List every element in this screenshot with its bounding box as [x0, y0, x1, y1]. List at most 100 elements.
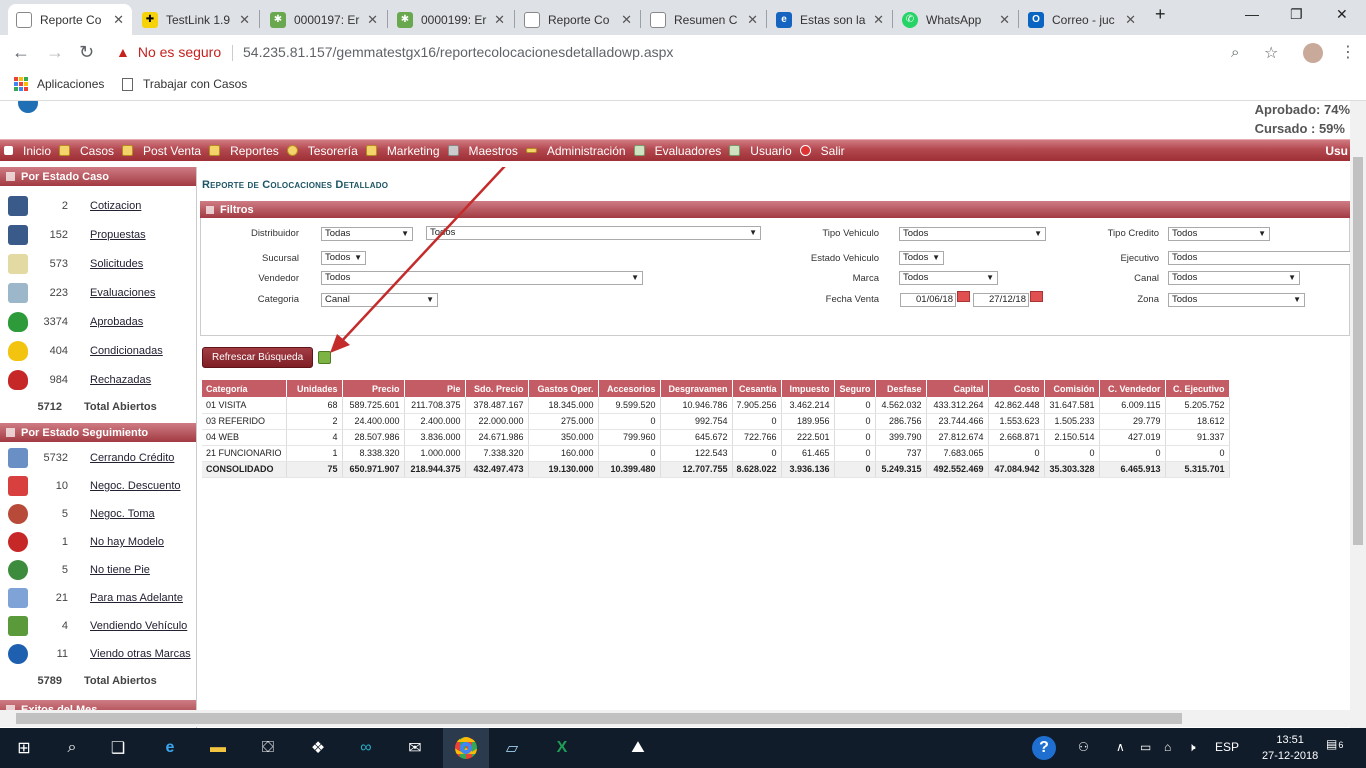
clock[interactable]: 13:51 27-12-2018	[1262, 732, 1318, 764]
sidebar-link[interactable]: Cerrando Crédito	[90, 452, 174, 464]
nav-administracion[interactable]: Administración	[525, 144, 626, 158]
sidebar-link[interactable]: Evaluaciones	[90, 287, 155, 299]
nav-usuario[interactable]: Usuario	[729, 144, 792, 158]
back-arrow-icon[interactable]: ←	[12, 42, 30, 63]
new-tab-button[interactable]: +	[1155, 4, 1166, 25]
sidebar-link[interactable]: Viendo otras Marcas	[90, 648, 191, 660]
sucursal-select[interactable]: Todos ▼	[321, 251, 366, 265]
refresh-search-button[interactable]: Refrescar Búsqueda	[202, 347, 314, 368]
nav-tesoreria[interactable]: Tesorería	[286, 144, 358, 158]
window-close-button[interactable]: ✕	[1336, 6, 1348, 23]
col-header[interactable]: Sdo. Precio	[465, 380, 529, 397]
sidebar-link[interactable]: Aprobadas	[90, 316, 143, 328]
sidebar-item-rechazadas[interactable]: 984 Rechazadas	[0, 365, 196, 394]
fecha-hasta-input[interactable]: 27/12/18	[973, 293, 1029, 307]
nav-user-label[interactable]: Usu	[1325, 144, 1348, 158]
nav-post-venta[interactable]: Post Venta	[122, 144, 201, 158]
sidebar-link[interactable]: Cotizacion	[90, 200, 141, 212]
zona-select[interactable]: Todos ▼	[1168, 293, 1305, 307]
col-header[interactable]: Capital	[926, 380, 989, 397]
help-icon[interactable]: ?	[1032, 736, 1056, 760]
col-header[interactable]: Unidades	[286, 380, 343, 397]
tab-close-icon[interactable]: ✕	[239, 12, 250, 28]
bookmark-apps[interactable]: Aplicaciones	[14, 77, 104, 91]
windows-start-icon[interactable]: ⊞	[12, 736, 36, 760]
sidebar-item-no-tiene-pie[interactable]: 5 No tiene Pie	[0, 556, 196, 584]
bookmark-trabajar-con-casos[interactable]: Trabajar con Casos	[122, 77, 247, 91]
tab-close-icon[interactable]: ✕	[113, 12, 124, 28]
sidebar-item-vendiendo-vehiculo[interactable]: 4 Vendiendo Vehículo	[0, 612, 196, 640]
vendedor-select[interactable]: Todos ▼	[321, 271, 643, 285]
notes-icon[interactable]: ▱	[500, 736, 524, 760]
sidebar-item-negoc-toma[interactable]: 5 Negoc. Toma	[0, 500, 196, 528]
infinity-icon[interactable]: ∞	[354, 736, 378, 760]
tab-bug-199[interactable]: ✱ 0000199: Er ✕	[389, 4, 513, 35]
sidebar-link[interactable]: Condicionadas	[90, 345, 163, 357]
security-warning[interactable]: ▲ No es seguro	[116, 44, 221, 60]
col-header[interactable]: Accesorios	[598, 380, 661, 397]
horizontal-scrollbar[interactable]	[0, 710, 1350, 727]
marca-select[interactable]: Todos ▼	[899, 271, 998, 285]
categoria-select[interactable]: Canal ▼	[321, 293, 438, 307]
sidebar-link[interactable]: Solicitudes	[90, 258, 143, 270]
excel-icon[interactable]: X	[550, 736, 574, 760]
tab-close-icon[interactable]: ✕	[621, 12, 632, 28]
forward-arrow-icon[interactable]: →	[46, 42, 64, 63]
col-header[interactable]: Desfase	[875, 380, 927, 397]
tab-whatsapp[interactable]: ✆ WhatsApp ✕	[894, 4, 1018, 35]
col-header[interactable]: Precio	[342, 380, 405, 397]
col-header[interactable]: Cesantía	[732, 380, 782, 397]
tab-testlink[interactable]: ✚ TestLink 1.9 ✕	[134, 4, 258, 35]
sidebar-item-aprobadas[interactable]: 3374 Aprobadas	[0, 307, 196, 336]
maximize-button[interactable]: ❐	[1290, 6, 1303, 23]
notifications-icon[interactable]: ▤6	[1326, 737, 1343, 751]
minimize-button[interactable]: —	[1245, 6, 1259, 22]
chevron-up-icon[interactable]: ∧	[1116, 740, 1125, 754]
nav-casos[interactable]: Casos	[59, 144, 114, 158]
profile-avatar[interactable]	[1303, 43, 1323, 63]
sidebar-item-propuestas[interactable]: 152 Propuestas	[0, 220, 196, 249]
fecha-desde-input[interactable]: 01/06/18	[900, 293, 956, 307]
excel-export-icon[interactable]	[318, 351, 331, 364]
calendar-icon[interactable]	[1030, 291, 1043, 302]
ejecutivo-select[interactable]: Todos	[1168, 251, 1351, 265]
sidebar-link[interactable]: Propuestas	[90, 229, 146, 241]
nav-reportes[interactable]: Reportes	[209, 144, 279, 158]
edge-icon[interactable]: e	[158, 736, 182, 760]
vertical-scrollbar[interactable]	[1350, 101, 1366, 728]
col-header[interactable]: Categoría	[202, 380, 287, 397]
horizontal-scroll-thumb[interactable]	[16, 713, 1182, 724]
battery-icon[interactable]: ▭	[1140, 740, 1151, 754]
tab-close-icon[interactable]: ✕	[367, 12, 378, 28]
sidebar-link[interactable]: Negoc. Descuento	[90, 480, 181, 492]
sidebar-item-para-mas-adelante[interactable]: 21 Para mas Adelante	[0, 584, 196, 612]
menu-icon[interactable]: ⋮	[1340, 42, 1356, 62]
dropbox-icon[interactable]: ❖	[306, 736, 330, 760]
col-header[interactable]: Pie	[404, 380, 466, 397]
nav-maestros[interactable]: Maestros	[447, 144, 518, 158]
tab-close-icon[interactable]: ✕	[873, 12, 884, 28]
sidebar-item-cotizacion[interactable]: 2 Cotizacion	[0, 191, 196, 220]
nav-evaluadores[interactable]: Evaluadores	[633, 144, 721, 158]
sidebar-link[interactable]: No tiene Pie	[90, 564, 150, 576]
language-indicator[interactable]: ESP	[1215, 740, 1239, 754]
sidebar-item-solicitudes[interactable]: 573 Solicitudes	[0, 249, 196, 278]
zoom-icon[interactable]: ⌕	[1231, 44, 1239, 61]
people-icon[interactable]: ⚇	[1078, 740, 1089, 754]
col-header[interactable]: C. Ejecutivo	[1165, 380, 1230, 397]
sidebar-item-condicionadas[interactable]: 404 Condicionadas	[0, 336, 196, 365]
tab-estas-son[interactable]: e Estas son la ✕	[768, 4, 892, 35]
chrome-icon[interactable]	[443, 728, 489, 768]
sidebar-link[interactable]: Negoc. Toma	[90, 508, 155, 520]
vertical-scroll-thumb[interactable]	[1353, 157, 1363, 545]
col-header[interactable]: Gastos Oper.	[528, 380, 599, 397]
mail-icon[interactable]: ✉	[403, 736, 427, 760]
col-header[interactable]: Comisión	[1044, 380, 1100, 397]
tab-close-icon[interactable]: ✕	[494, 12, 505, 28]
sidebar-link[interactable]: Para mas Adelante	[90, 592, 183, 604]
star-icon[interactable]: ☆	[1264, 43, 1278, 63]
tab-close-icon[interactable]: ✕	[999, 12, 1010, 28]
url-text[interactable]: 54.235.81.157/gemmatestgx16/reportecoloc…	[243, 44, 673, 60]
sidebar-item-cerrando-credito[interactable]: 5732 Cerrando Crédito	[0, 444, 196, 472]
tab-bug-197[interactable]: ✱ 0000197: Er ✕	[262, 4, 386, 35]
